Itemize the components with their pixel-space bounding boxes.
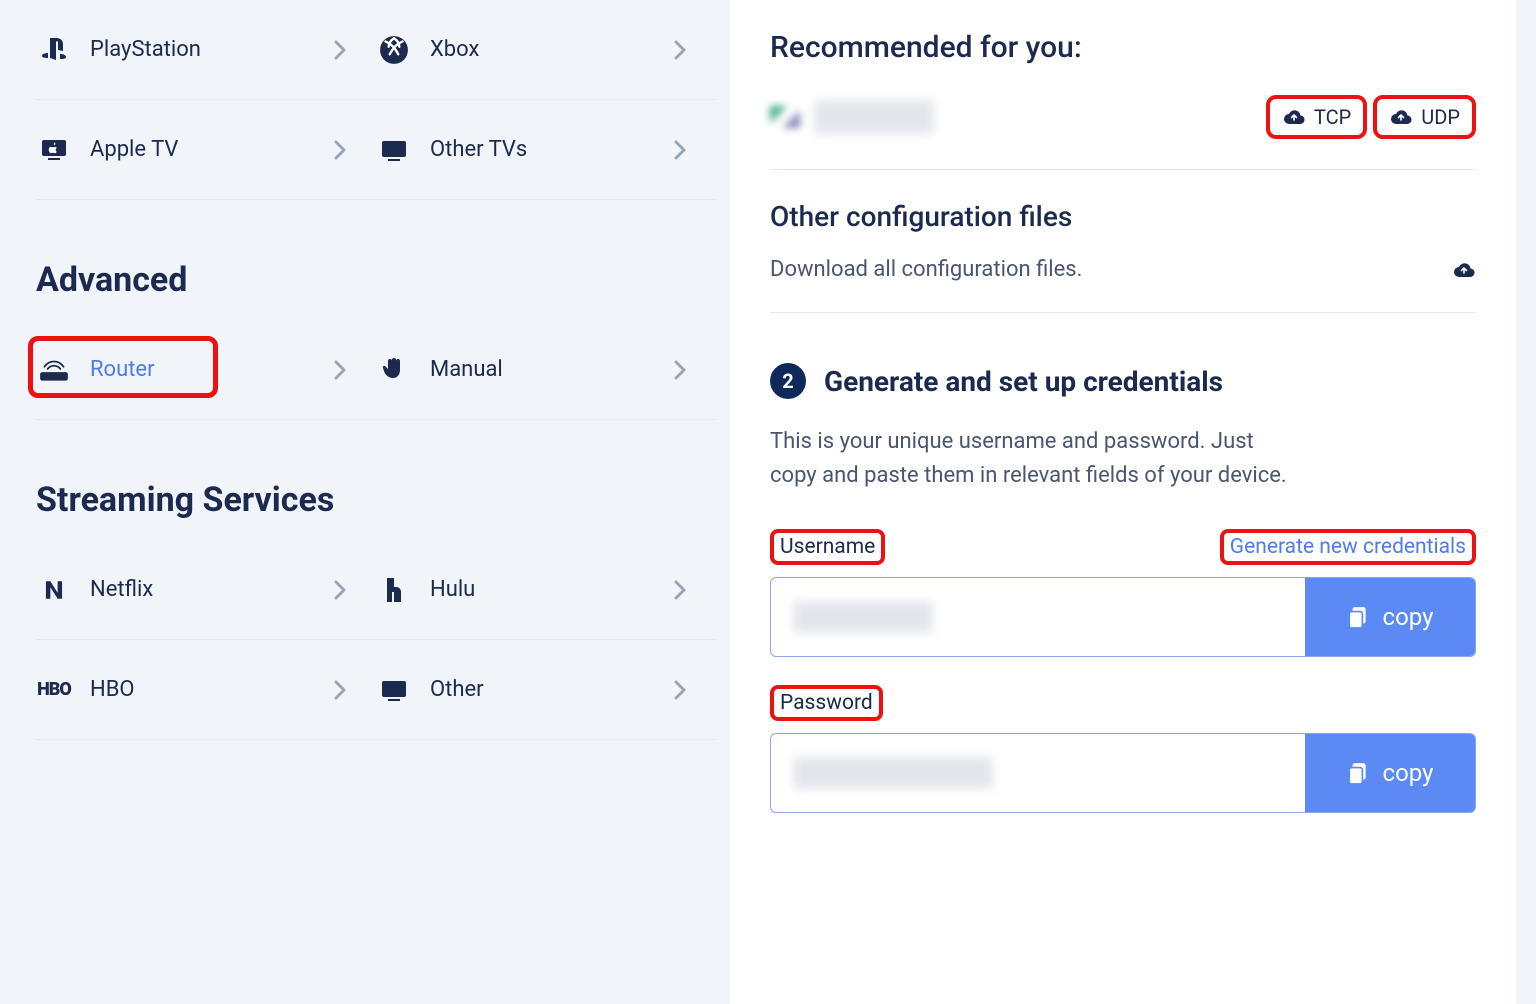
copy-username-button[interactable]: copy (1305, 578, 1475, 656)
download-udp-button[interactable]: UDP (1373, 95, 1476, 139)
device-manual[interactable]: Manual (376, 320, 716, 420)
chevron-right-icon (334, 580, 346, 600)
cloud-download-icon (1452, 261, 1476, 279)
chevron-right-icon (334, 140, 346, 160)
device-selection-panel: PlayStation Xbox Apple TV Other TVs Adva… (0, 0, 730, 1004)
generate-credentials-link[interactable]: Generate new credentials (1220, 529, 1476, 565)
netflix-icon (36, 572, 72, 608)
username-field-row: copy (770, 577, 1476, 657)
other-config-heading: Other configuration files (770, 200, 1476, 233)
streaming-netflix[interactable]: Netflix (36, 540, 376, 640)
recommended-heading: Recommended for you: (770, 30, 1476, 65)
password-label: Password (770, 685, 883, 721)
playstation-icon (36, 32, 72, 68)
chevron-right-icon (674, 580, 686, 600)
appletv-icon (36, 132, 72, 168)
hbo-icon: HBO (36, 672, 72, 708)
device-label: PlayStation (90, 37, 334, 62)
download-all-row[interactable]: Download all configuration files. (770, 257, 1476, 313)
device-label: Xbox (430, 37, 674, 62)
username-redacted (793, 601, 933, 633)
chevron-right-icon (674, 360, 686, 380)
device-label: Hulu (430, 577, 674, 602)
copy-icon (1347, 605, 1369, 629)
device-label: Manual (430, 357, 674, 382)
password-redacted (793, 757, 993, 789)
step-header: 2 Generate and set up credentials (770, 363, 1476, 399)
chevron-right-icon (674, 140, 686, 160)
device-label: Other (430, 677, 674, 702)
device-playstation[interactable]: PlayStation (36, 0, 376, 100)
device-router[interactable]: Router (36, 320, 376, 420)
cloud-download-icon (1282, 108, 1306, 126)
streaming-hulu[interactable]: Hulu (376, 540, 716, 640)
chevron-right-icon (334, 680, 346, 700)
device-xbox[interactable]: Xbox (376, 0, 716, 100)
section-title-advanced: Advanced (36, 260, 730, 300)
server-name-redacted (814, 100, 934, 134)
chevron-right-icon (674, 40, 686, 60)
chevron-right-icon (334, 360, 346, 380)
recommended-server-row: TCP UDP (770, 95, 1476, 170)
tv-icon (376, 672, 412, 708)
hulu-icon (376, 572, 412, 608)
cloud-download-icon (1389, 108, 1413, 126)
password-field-row: copy (770, 733, 1476, 813)
copy-label: copy (1383, 603, 1434, 631)
setup-panel: Recommended for you: TCP UDP Other confi… (730, 0, 1516, 1004)
streaming-hbo[interactable]: HBO HBO (36, 640, 376, 740)
streaming-other[interactable]: Other (376, 640, 716, 740)
copy-label: copy (1383, 759, 1434, 787)
step-description: This is your unique username and passwor… (770, 425, 1290, 493)
step-title: Generate and set up credentials (824, 365, 1223, 398)
device-label: Apple TV (90, 137, 334, 162)
device-label: Other TVs (430, 137, 674, 162)
xbox-icon (376, 32, 412, 68)
tv-icon (376, 132, 412, 168)
step-number: 2 (770, 363, 806, 399)
udp-label: UDP (1421, 105, 1460, 129)
chevron-right-icon (674, 680, 686, 700)
device-appletv[interactable]: Apple TV (36, 100, 376, 200)
download-all-label: Download all configuration files. (770, 257, 1082, 282)
password-value[interactable] (771, 734, 1305, 812)
tcp-label: TCP (1314, 105, 1351, 129)
device-othertvs[interactable]: Other TVs (376, 100, 716, 200)
highlight-router (28, 336, 218, 398)
section-title-streaming: Streaming Services (36, 480, 730, 520)
download-tcp-button[interactable]: TCP (1266, 95, 1367, 139)
username-label: Username (770, 529, 885, 565)
device-label: Netflix (90, 577, 334, 602)
hand-icon (376, 352, 412, 388)
copy-password-button[interactable]: copy (1305, 734, 1475, 812)
copy-icon (1347, 761, 1369, 785)
device-label: HBO (90, 677, 334, 702)
chevron-right-icon (334, 40, 346, 60)
flag-icon (770, 106, 800, 128)
username-value[interactable] (771, 578, 1305, 656)
